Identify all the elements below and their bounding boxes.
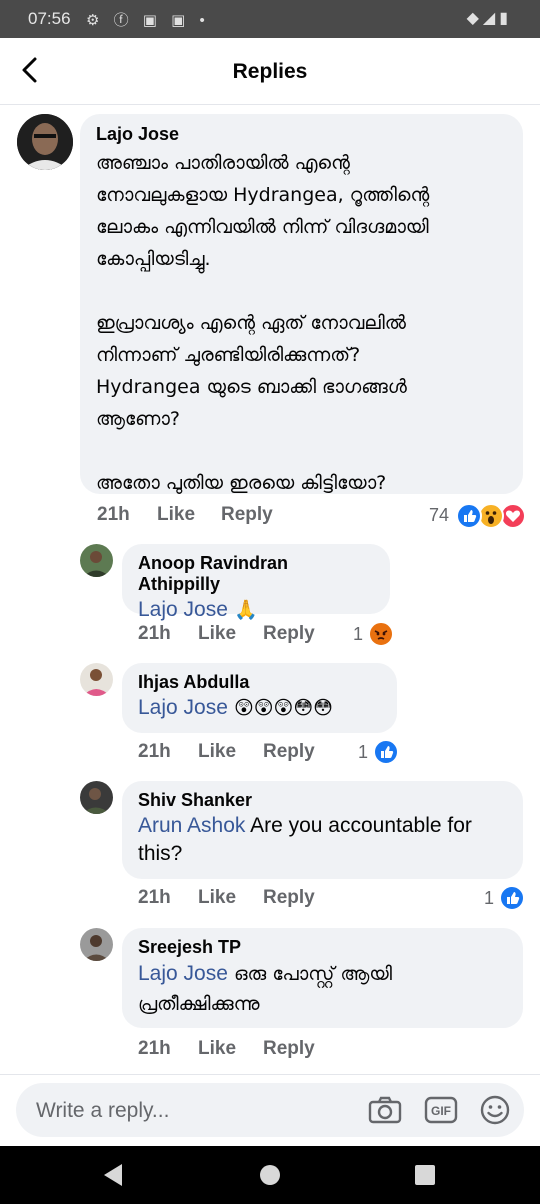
avatar[interactable]: [17, 114, 73, 170]
comment-line: ആണോ?: [96, 408, 180, 430]
notification-icons: ⚙ ⓕ ▣ ▣ •: [86, 12, 210, 29]
like-button[interactable]: Like: [198, 1038, 236, 1060]
reply-button[interactable]: Reply: [263, 623, 315, 645]
reaction-count[interactable]: 1: [358, 742, 368, 763]
reply-author[interactable]: Ihjas Abdulla: [138, 672, 381, 693]
comment-line: ലോകം എന്നിവയിൽ നിന്ന് വിദഗ്ദമായി: [96, 216, 429, 238]
reply-body: ഒരു പോസ്റ്റ് ആയി: [227, 963, 393, 985]
angry-reaction-icon[interactable]: [368, 621, 394, 647]
reaction-icons[interactable]: [456, 503, 526, 529]
comment-line: നോവലുകളായ Hydrangea, റൂത്തിന്റെ: [96, 184, 430, 206]
reply-time: 21h: [138, 741, 171, 762]
mention-link[interactable]: Arun Ashok: [138, 814, 245, 837]
nav-back-button[interactable]: [100, 1162, 126, 1193]
reply-author[interactable]: Anoop Ravindran Athippilly: [138, 553, 374, 595]
reply-actions: 21h Like Reply: [138, 887, 398, 913]
reply-bubble[interactable]: Shiv Shanker Arun Ashok Are you accounta…: [122, 781, 523, 879]
header: Replies: [0, 38, 540, 105]
camera-icon[interactable]: [368, 1095, 402, 1125]
comment-line: Hydrangea യുടെ ബാക്കി ഭാഗങ്ങൾ: [96, 376, 407, 398]
avatar[interactable]: [80, 544, 113, 577]
profile-photo-icon: [80, 663, 113, 696]
reply-button[interactable]: Reply: [263, 1038, 315, 1060]
circle-home-icon: [260, 1165, 280, 1185]
system-icons: ◆◢▮: [466, 10, 512, 27]
comment-line: കോപ്പിയടിച്ചു.: [96, 248, 211, 270]
like-reaction-icon[interactable]: [373, 739, 399, 765]
emoji-icon[interactable]: [478, 1095, 512, 1125]
status-time: 07:56: [28, 9, 71, 28]
reply-button[interactable]: Reply: [263, 887, 315, 909]
reply-input-container: GIF: [16, 1083, 524, 1139]
reply-author[interactable]: Sreejesh TP: [138, 937, 507, 958]
nav-home-button[interactable]: [258, 1163, 282, 1192]
like-reaction-icon[interactable]: [499, 885, 525, 911]
avatar[interactable]: [80, 781, 113, 814]
like-button[interactable]: Like: [198, 623, 236, 645]
reply-text: Lajo Jose ഒരു പോസ്റ്റ് ആയി പ്രതീക്ഷിക്കു…: [138, 959, 507, 1019]
profile-photo-icon: [80, 781, 113, 814]
svg-text:GIF: GIF: [431, 1104, 451, 1118]
reply-time: 21h: [138, 623, 171, 644]
like-button[interactable]: Like: [198, 741, 236, 763]
comment-author[interactable]: Lajo Jose: [96, 124, 507, 145]
reply-body: this?: [138, 842, 183, 865]
reply-bubble[interactable]: Sreejesh TP Lajo Jose ഒരു പോസ്റ്റ് ആയി പ…: [122, 928, 523, 1028]
profile-photo-icon: [80, 544, 113, 577]
profile-photo-icon: [80, 928, 113, 961]
reply-bubble[interactable]: Ihjas Abdulla Lajo Jose 😲😲😲😳😳: [122, 663, 397, 733]
reply-button[interactable]: Reply: [221, 504, 273, 526]
comment-text: അഞ്ചാം പാതിരായിൽ എന്റെ നോവലുകളായ Hydrang…: [96, 147, 507, 499]
square-recents-icon: [415, 1165, 435, 1185]
reply-body: 🙏: [227, 599, 258, 621]
comment-actions: 21h Like Reply: [97, 504, 517, 530]
reply-input[interactable]: [34, 1083, 358, 1139]
system-navigation-bar: [0, 1146, 540, 1204]
reply-body: 😲😲😲😳😳: [227, 697, 333, 719]
page-title: Replies: [232, 60, 308, 83]
comment-line: അതോ പുതിയ ഇരയെ കിട്ടിയോ?: [96, 472, 387, 494]
comment-bubble[interactable]: Lajo Jose അഞ്ചാം പാതിരായിൽ എന്റെ നോവലുകള…: [80, 114, 523, 494]
reply-body: Are you accountable for: [245, 814, 472, 837]
like-reaction-icon: [456, 503, 482, 529]
replies-sheet: Replies Lajo Jose അഞ്ചാം പാതിരായിൽ എന്റെ…: [0, 38, 540, 1146]
reply-text: Lajo Jose 😲😲😲😳😳: [138, 694, 381, 722]
reply-bubble[interactable]: Anoop Ravindran Athippilly Lajo Jose 🙏: [122, 544, 390, 621]
gif-icon[interactable]: GIF: [424, 1095, 458, 1125]
comment-line: അഞ്ചാം പാതിരായിൽ എന്റെ: [96, 152, 350, 174]
profile-photo-icon: [17, 114, 73, 170]
mention-link[interactable]: Lajo Jose: [138, 962, 228, 985]
reply-time: 21h: [138, 887, 171, 908]
nav-recents-button[interactable]: [414, 1164, 436, 1191]
like-button[interactable]: Like: [157, 504, 195, 526]
reaction-count[interactable]: 1: [484, 888, 494, 909]
reply-actions: 21h Like Reply: [138, 1038, 398, 1064]
like-button[interactable]: Like: [198, 887, 236, 909]
reply-body: പ്രതീക്ഷിക്കുന്നു: [138, 993, 260, 1015]
status-bar: 07:56 ⚙ ⓕ ▣ ▣ • ◆◢▮: [0, 0, 540, 38]
avatar[interactable]: [80, 663, 113, 696]
reply-text: Arun Ashok Are you accountable for this?: [138, 812, 507, 868]
triangle-back-icon: [104, 1164, 122, 1186]
avatar[interactable]: [80, 928, 113, 961]
reaction-count[interactable]: 1: [353, 624, 363, 645]
reply-author[interactable]: Shiv Shanker: [138, 790, 507, 811]
comment-time: 21h: [97, 504, 130, 525]
reply-composer: GIF: [0, 1074, 540, 1146]
reply-time: 21h: [138, 1038, 171, 1059]
reaction-count[interactable]: 74: [429, 505, 449, 526]
comment-line: ഇപ്രാവശ്യം എന്റെ ഏത് നോവലിൽ: [96, 312, 406, 334]
comment-line: നിന്നാണ് ചുരണ്ടിയിരിക്കുന്നത്?: [96, 344, 361, 366]
reply-button[interactable]: Reply: [263, 741, 315, 763]
mention-link[interactable]: Lajo Jose: [138, 696, 228, 719]
reply-text: Lajo Jose 🙏: [138, 596, 374, 624]
mention-link[interactable]: Lajo Jose: [138, 598, 228, 621]
